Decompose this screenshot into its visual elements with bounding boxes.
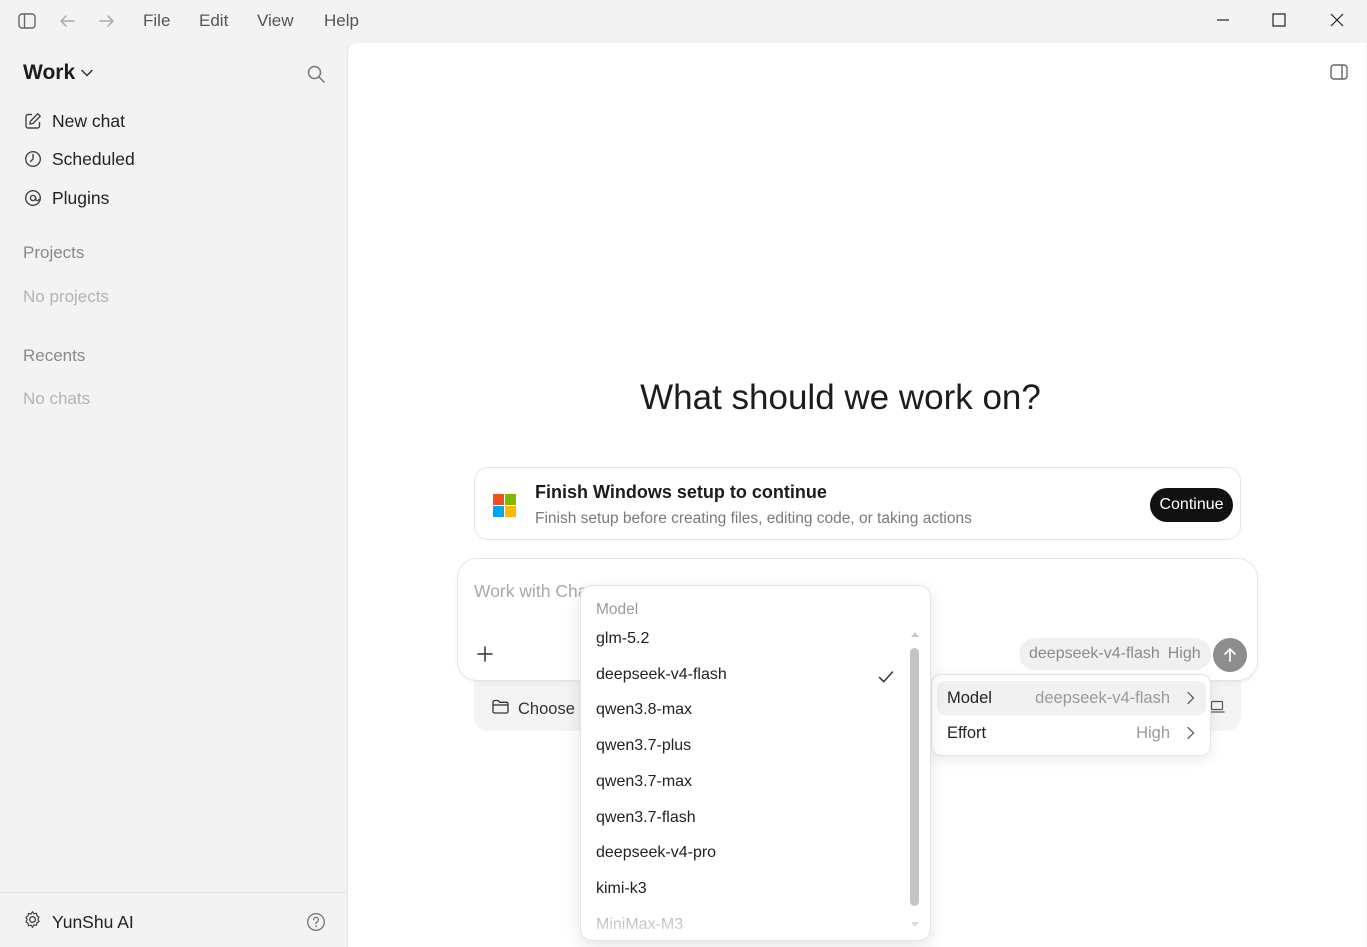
model-option[interactable]: qwen3.8-max [596, 695, 896, 725]
menu-help[interactable]: Help [324, 11, 359, 31]
workspace-name: Work [23, 61, 76, 84]
settings-menu-model[interactable]: Model deepseek-v4-flash [937, 681, 1206, 715]
recents-empty-text: No chats [23, 389, 91, 408]
model-settings-menu: Model deepseek-v4-flash Effort High [931, 674, 1211, 756]
settings-menu-effort[interactable]: Effort High [937, 716, 1206, 750]
model-pill-effort: High [1167, 645, 1201, 662]
edit-icon [23, 112, 42, 131]
title-bar: File Edit View Help [0, 0, 1367, 43]
gear-icon [23, 910, 42, 934]
chevron-right-icon [1187, 691, 1195, 705]
settings-menu-value: High [1136, 723, 1170, 742]
settings-menu-label: Model [947, 688, 992, 707]
scroll-up-icon[interactable] [911, 632, 919, 637]
minimize-icon[interactable] [1211, 8, 1235, 32]
model-option[interactable]: qwen3.7-max [596, 767, 896, 797]
scrollbar-thumb[interactable] [910, 648, 919, 906]
sidebar-item-plugins[interactable]: Plugins [23, 184, 109, 212]
model-dropdown-header: Model [596, 601, 639, 618]
settings-button[interactable]: YunShu AI [23, 910, 134, 934]
main-area: What should we work on? Finish Windows s… [347, 43, 1366, 947]
chevron-down-icon [81, 69, 93, 77]
setup-banner: Finish Windows setup to continue Finish … [474, 467, 1241, 540]
scroll-down-icon[interactable] [911, 922, 919, 927]
choose-folder-label: Choose [518, 699, 575, 718]
model-dropdown: Model glm-5.2 deepseek-v4-flash qwen3.8-… [580, 585, 931, 941]
sidebar-item-label: New chat [52, 110, 125, 131]
choose-folder-button[interactable]: Choose [492, 699, 575, 719]
forward-arrow-icon[interactable] [97, 11, 117, 31]
recents-heading: Recents [23, 346, 86, 365]
windows-logo-icon [493, 494, 516, 517]
setup-subtitle: Finish setup before creating files, edit… [535, 510, 972, 527]
back-arrow-icon[interactable] [57, 11, 77, 31]
add-attachment-button[interactable] [474, 643, 496, 665]
checkmark-icon [878, 671, 894, 683]
model-selector-pill[interactable]: deepseek-v4-flash High [1019, 638, 1211, 670]
folder-icon [492, 699, 509, 719]
model-option[interactable]: kimi-k3 [596, 874, 896, 904]
sidebar-item-scheduled[interactable]: Scheduled [23, 145, 135, 173]
sidebar: Work New chat Scheduled Plugins Projects… [0, 43, 346, 947]
continue-button[interactable]: Continue [1150, 488, 1233, 522]
page-title: What should we work on? [348, 378, 1367, 418]
maximize-icon[interactable] [1267, 8, 1291, 32]
arrow-up-icon [1224, 648, 1236, 662]
model-option[interactable]: qwen3.7-plus [596, 731, 896, 761]
search-icon[interactable] [306, 64, 326, 84]
panel-toggle-icon[interactable] [1330, 64, 1348, 82]
menu-edit[interactable]: Edit [199, 11, 228, 31]
help-icon[interactable] [306, 912, 326, 932]
send-button[interactable] [1213, 638, 1247, 672]
sidebar-footer: YunShu AI [0, 892, 346, 947]
sidebar-item-label: Scheduled [52, 148, 135, 169]
setup-title: Finish Windows setup to continue [535, 482, 827, 502]
sidebar-item-label: Plugins [52, 187, 110, 208]
plus-icon [477, 646, 493, 662]
settings-menu-value: deepseek-v4-flash [1035, 688, 1170, 707]
at-icon [23, 189, 42, 208]
chevron-right-icon [1187, 726, 1195, 740]
clock-icon [23, 150, 42, 169]
sidebar-item-new-chat[interactable]: New chat [23, 107, 125, 135]
model-option[interactable]: glm-5.2 [596, 624, 896, 654]
close-icon[interactable] [1325, 8, 1349, 32]
laptop-icon[interactable] [1209, 700, 1225, 714]
settings-menu-label: Effort [947, 723, 987, 742]
page-title-text: What should we work on? [640, 378, 1041, 417]
model-pill-model: deepseek-v4-flash [1029, 645, 1160, 662]
model-option[interactable]: deepseek-v4-pro [596, 838, 896, 868]
sidebar-toggle-icon[interactable] [17, 11, 37, 31]
model-option-selected[interactable]: deepseek-v4-flash [596, 660, 896, 690]
model-option[interactable]: qwen3.7-flash [596, 803, 896, 833]
menu-file[interactable]: File [143, 11, 170, 31]
user-name: YunShu AI [52, 911, 134, 932]
model-option[interactable]: MiniMax-M3 [596, 910, 896, 940]
projects-empty-text: No projects [23, 287, 109, 306]
workspace-switcher[interactable]: Work [23, 61, 93, 85]
projects-heading: Projects [23, 243, 85, 262]
menu-view[interactable]: View [257, 11, 294, 31]
